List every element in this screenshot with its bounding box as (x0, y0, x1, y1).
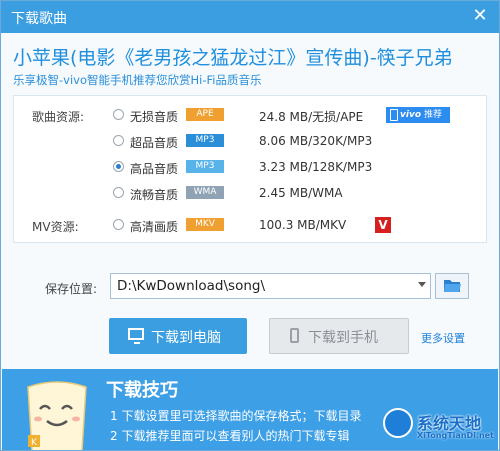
tip-line-1: 1 下载设置里可选择歌曲的保存格式；下载目录 (110, 409, 362, 423)
save-path-value: D:\KwDownload\song\ (117, 278, 266, 294)
quality-row-high: 高品音质 MP3 3.23 MB/128K/MP3 (14, 154, 486, 180)
quality-name[interactable]: 无损音质 (130, 108, 178, 125)
radio-smooth[interactable] (113, 187, 124, 198)
quality-name[interactable]: 高品音质 (130, 160, 178, 177)
mv-resource-label: MV资源: (32, 220, 79, 234)
quality-options-panel: 歌曲资源: 无损音质 APE 24.8 MB/无损/APE vivo 推荐 超品音… (13, 95, 487, 243)
watermark-url: XiTongTianDi.net (417, 431, 494, 440)
mascot-icon: K (27, 381, 87, 450)
vivo-recommend-badge[interactable]: vivo 推荐 (386, 107, 450, 123)
quality-row-smooth: 流畅音质 WMA 2.45 MB/WMA (14, 180, 486, 206)
file-size: 2.45 MB/WMA (259, 186, 343, 200)
title-bar: 下载歌曲 ✕ (1, 1, 499, 33)
quality-name[interactable]: 高清画质 (130, 218, 178, 235)
save-path-select[interactable]: D:\KwDownload\song\ (110, 273, 431, 299)
phone-icon (390, 109, 398, 121)
quality-name[interactable]: 超品音质 (130, 134, 178, 151)
download-phone-label: 下载到手机 (308, 330, 378, 346)
vivo-promo-text: 乐享极智-vivo智能手机推荐您欣赏Hi-Fi品质音乐 (13, 73, 262, 87)
close-icon[interactable]: ✕ (470, 6, 490, 26)
save-location-label: 保存位置: (45, 282, 98, 296)
browse-folder-button[interactable] (435, 273, 469, 299)
quality-row-mv: MV资源: 高清画质 MKV 100.3 MB/MKV V (14, 212, 486, 238)
song-title: 小苹果(电影《老男孩之猛龙过江》宣传曲)-筷子兄弟 (13, 47, 453, 69)
quality-row-super: 超品音质 MP3 8.06 MB/320K/MP3 (14, 128, 486, 154)
folder-icon (444, 280, 461, 292)
format-badge: MKV (186, 218, 224, 231)
format-badge: MP3 (186, 160, 224, 173)
v-flag-icon: V (375, 217, 391, 233)
chevron-down-icon[interactable] (418, 282, 426, 287)
format-badge: MP3 (186, 134, 224, 147)
radio-mv-hd[interactable] (113, 219, 124, 230)
monitor-icon (128, 328, 144, 344)
download-to-phone-button[interactable]: 下载到手机 (269, 318, 409, 354)
watermark-logo: 系统天地 XiTongTianDi.net (377, 404, 499, 450)
window-title: 下载歌曲 (11, 11, 67, 27)
more-settings-link[interactable]: 更多设置 (421, 330, 465, 346)
quality-row-lossless: 歌曲资源: 无损音质 APE 24.8 MB/无损/APE vivo 推荐 (14, 102, 486, 128)
file-size: 24.8 MB/无损/APE (259, 110, 364, 124)
phone-icon (290, 328, 299, 343)
radio-high-selected[interactable] (113, 161, 124, 172)
tip-line-2: 2 下载推荐里面可以查看别人的热门下载专辑 (110, 429, 350, 443)
tips-heading: 下载技巧 (106, 380, 178, 401)
format-badge: WMA (186, 186, 224, 199)
recommend-text: 推荐 (424, 110, 443, 120)
download-pc-label: 下载到电脑 (151, 330, 221, 346)
download-dialog: 下载歌曲 ✕ 小苹果(电影《老男孩之猛龙过江》宣传曲)-筷子兄弟 乐享极智-vi… (0, 0, 500, 451)
vivo-brand: vivo (400, 110, 422, 120)
file-size: 100.3 MB/MKV (259, 218, 347, 232)
file-size: 8.06 MB/320K/MP3 (259, 134, 373, 148)
format-badge: APE (186, 108, 224, 121)
download-to-pc-button[interactable]: 下载到电脑 (109, 318, 247, 354)
globe-icon (383, 408, 413, 438)
radio-super[interactable] (113, 135, 124, 146)
song-resource-label: 歌曲资源: (32, 110, 85, 124)
radio-lossless[interactable] (113, 109, 124, 120)
file-size: 3.23 MB/128K/MP3 (259, 160, 373, 174)
quality-name[interactable]: 流畅音质 (130, 186, 178, 203)
